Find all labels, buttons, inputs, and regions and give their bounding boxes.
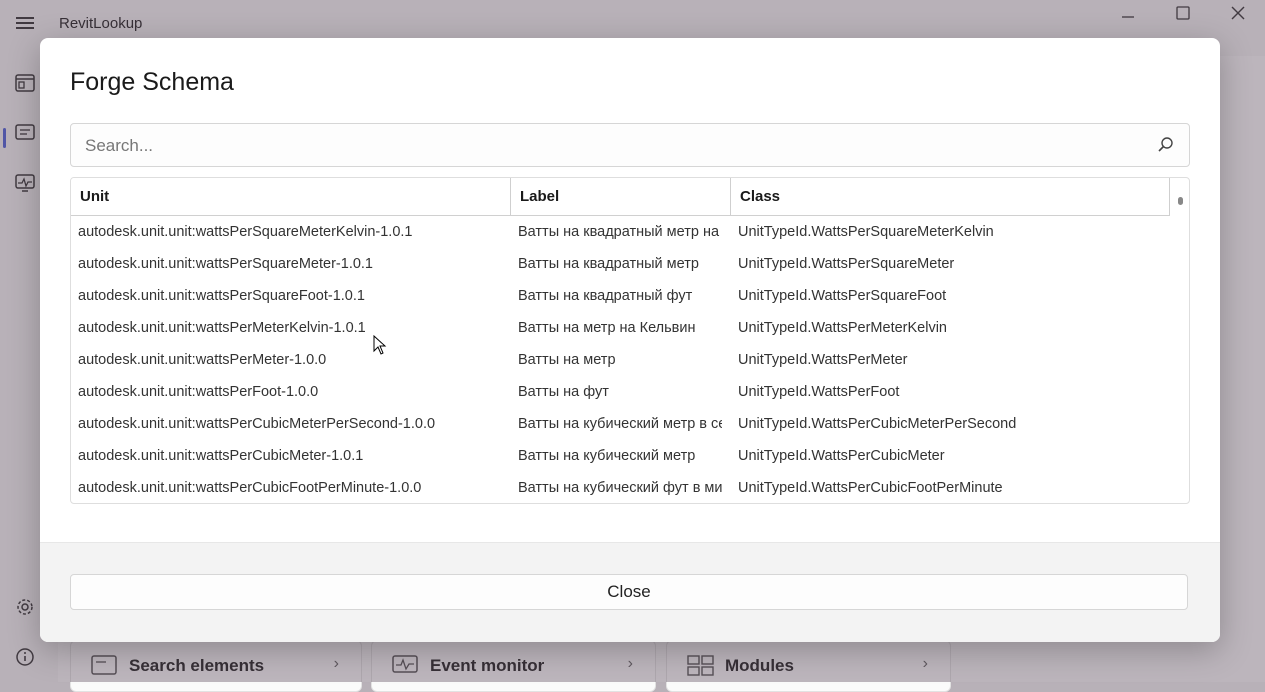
table-row[interactable]: autodesk.unit.unit:wattsPerMeterKelvin-1… [71, 312, 1170, 344]
forge-schema-dialog: Forge Schema Unit Label Class autodesk.u… [40, 38, 1220, 642]
table-row[interactable]: autodesk.unit.unit:wattsPerCubicMeterPer… [71, 408, 1170, 440]
cell-unit: autodesk.unit.unit:wattsPerCubicFootPerM… [78, 480, 422, 496]
cell-label: Ватты на кубический метр [518, 448, 696, 464]
cell-class: UnitTypeId.WattsPerSquareFoot [738, 288, 947, 304]
table-row[interactable]: autodesk.unit.unit:wattsPerFoot-1.0.0 Ва… [71, 376, 1170, 408]
cell-unit: autodesk.unit.unit:wattsPerFoot-1.0.0 [78, 384, 319, 400]
cell-unit: autodesk.unit.unit:wattsPerMeter-1.0.0 [78, 352, 327, 368]
search-icon[interactable] [1157, 136, 1175, 154]
column-header-label[interactable]: Label [511, 178, 731, 215]
cell-unit: autodesk.unit.unit:wattsPerCubicMeterPer… [78, 416, 436, 432]
cell-class: UnitTypeId.WattsPerCubicMeterPerSecond [738, 416, 1017, 432]
cell-label: Ватты на кубический фут в минуту [518, 480, 722, 496]
cell-unit: autodesk.unit.unit:wattsPerSquareMeterKe… [78, 224, 413, 240]
scrollbar-thumb[interactable] [1178, 197, 1183, 205]
cell-unit: autodesk.unit.unit:wattsPerSquareFoot-1.… [78, 288, 365, 304]
column-divider[interactable] [1169, 178, 1170, 215]
cell-class: UnitTypeId.WattsPerMeterKelvin [738, 320, 947, 336]
cell-class: UnitTypeId.WattsPerSquareMeter [738, 256, 955, 272]
dialog-footer: Close [40, 542, 1220, 642]
cell-label: Ватты на квадратный метр [518, 256, 699, 272]
mouse-cursor-icon [373, 335, 387, 355]
units-table: Unit Label Class autodesk.unit.unit:watt… [70, 177, 1190, 504]
cell-class: UnitTypeId.WattsPerSquareMeterKelvin [738, 224, 994, 240]
column-header-class[interactable]: Class [731, 178, 1170, 215]
column-header-unit[interactable]: Unit [71, 178, 511, 215]
table-row[interactable]: autodesk.unit.unit:wattsPerSquareFoot-1.… [71, 280, 1170, 312]
cell-unit: autodesk.unit.unit:wattsPerSquareMeter-1… [78, 256, 373, 272]
table-header: Unit Label Class [71, 178, 1170, 216]
close-button[interactable]: Close [70, 574, 1188, 610]
vertical-scrollbar[interactable] [1171, 178, 1189, 503]
cell-label: Ватты на метр [518, 352, 616, 368]
dialog-title: Forge Schema [70, 68, 234, 96]
cell-label: Ватты на квадратный метр на Кельвин [518, 224, 722, 240]
table-row[interactable]: autodesk.unit.unit:wattsPerMeter-1.0.0 В… [71, 344, 1170, 376]
cell-label: Ватты на фут [518, 384, 609, 400]
table-row[interactable]: autodesk.unit.unit:wattsPerCubicFootPerM… [71, 472, 1170, 503]
cell-label: Ватты на метр на Кельвин [518, 320, 696, 336]
table-row[interactable]: autodesk.unit.unit:wattsPerSquareMeterKe… [71, 216, 1170, 248]
cell-class: UnitTypeId.WattsPerFoot [738, 384, 900, 400]
cell-unit: autodesk.unit.unit:wattsPerCubicMeter-1.… [78, 448, 364, 464]
cell-class: UnitTypeId.WattsPerCubicFootPerMinute [738, 480, 1003, 496]
table-row[interactable]: autodesk.unit.unit:wattsPerCubicMeter-1.… [71, 440, 1170, 472]
cell-unit: autodesk.unit.unit:wattsPerMeterKelvin-1… [78, 320, 366, 336]
cell-label: Ватты на кубический метр в секунду [518, 416, 722, 432]
cell-class: UnitTypeId.WattsPerMeter [738, 352, 908, 368]
table-row[interactable]: autodesk.unit.unit:wattsPerSquareMeter-1… [71, 248, 1170, 280]
cell-class: UnitTypeId.WattsPerCubicMeter [738, 448, 945, 464]
cell-label: Ватты на квадратный фут [518, 288, 693, 304]
search-input[interactable] [83, 124, 1137, 168]
search-box [70, 123, 1190, 168]
